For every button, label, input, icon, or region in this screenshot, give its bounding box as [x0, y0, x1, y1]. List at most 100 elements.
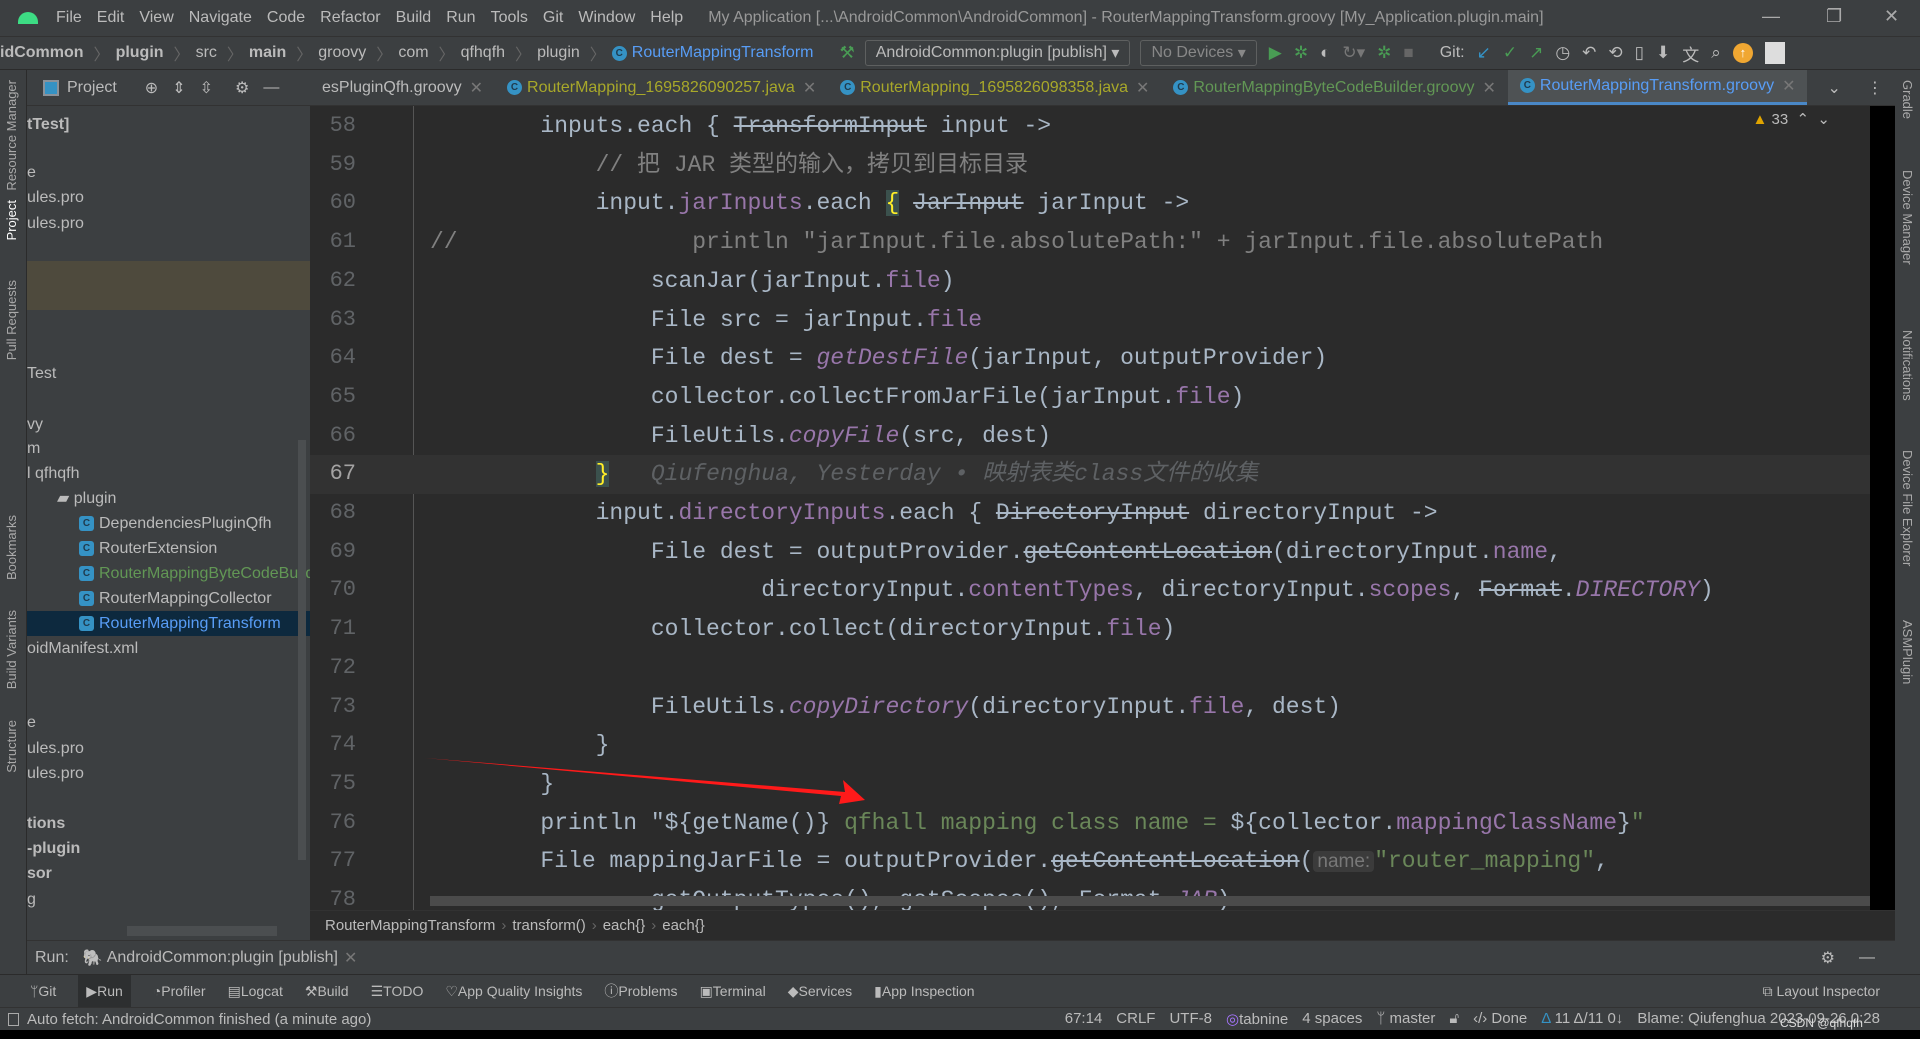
device-select[interactable]: No Devices ▾ [1140, 40, 1257, 66]
tree-item[interactable]: ules.pro [27, 761, 310, 786]
collapse-all-icon[interactable]: ⇳ [200, 78, 213, 98]
stop-icon[interactable]: ■ [1403, 43, 1413, 63]
gear-icon[interactable]: ⚙ [235, 78, 249, 98]
menu-edit[interactable]: Edit [97, 9, 125, 26]
tree-item[interactable]: ules.pro [27, 736, 310, 761]
menu-run[interactable]: Run [446, 9, 475, 26]
lock-icon[interactable]: 🔓︎ [1449, 1010, 1459, 1028]
hammer-icon[interactable]: ⚒ [839, 43, 854, 63]
tool-tab-logcat[interactable]: ▤ Logcat [228, 983, 283, 1000]
tool-tab-app-quality-insights[interactable]: ♡ App Quality Insights [445, 983, 582, 1000]
update-icon[interactable]: ↑ [1732, 43, 1753, 63]
expand-all-icon[interactable]: ⇕ [172, 78, 185, 98]
gradle-sync-icon[interactable]: ⟲ [1608, 43, 1622, 63]
tabnine-widget[interactable]: ◎tabnine [1226, 1010, 1288, 1028]
tree-item[interactable]: tTest] [27, 112, 310, 137]
tree-item[interactable]: C RouterMappingTransform [27, 611, 310, 636]
breadcrumb-item[interactable]: qfhqfh [461, 44, 505, 62]
breadcrumb-item[interactable]: plugin [116, 44, 164, 62]
tool-tab-profiler[interactable]: ◔ Profiler [153, 983, 206, 999]
tab-espluginqfh-groovy[interactable]: esPluginQfh.groovy ✕ [310, 70, 495, 105]
tool-tab-services[interactable]: ◆ Services [788, 983, 852, 1000]
hide-run-icon[interactable]: — [1859, 949, 1875, 967]
close-tab-icon[interactable]: ✕ [1136, 78, 1149, 98]
git-update-icon[interactable]: ↙ [1477, 43, 1491, 63]
tree-item[interactable]: ules.pro [27, 211, 310, 236]
done-widget[interactable]: ‹/› Done [1473, 1010, 1527, 1028]
run-icon[interactable]: ▶ [1269, 43, 1282, 63]
close-tab-icon[interactable]: ✕ [1782, 76, 1795, 96]
layout-inspector-tab[interactable]: ⧉ Layout Inspector [1763, 983, 1880, 1000]
tree-item[interactable]: e [27, 160, 310, 185]
tree-item[interactable]: C RouterMappingByteCodeBuilder [27, 561, 310, 586]
close-icon[interactable]: ✕ [1884, 6, 1899, 27]
menu-view[interactable]: View [139, 9, 173, 26]
tab-routermapping-1695826090257-java[interactable]: C RouterMapping_1695826090257.java ✕ [495, 70, 828, 105]
tree-item[interactable]: l qfhqfh [27, 461, 310, 486]
minimize-icon[interactable]: — [1762, 6, 1780, 27]
menu-code[interactable]: Code [267, 9, 305, 26]
tree-item[interactable]: m [27, 436, 310, 461]
file-encoding[interactable]: UTF-8 [1169, 1010, 1212, 1028]
tab-routermappingtransform-groovy[interactable]: C RouterMappingTransform.groovy ✕ [1507, 70, 1808, 105]
tree-item[interactable]: ules.pro [27, 185, 310, 210]
status-message[interactable]: Auto fetch: AndroidCommon finished (a mi… [27, 1011, 371, 1028]
tool-tab-app-inspection[interactable]: ▮ App Inspection [874, 983, 974, 1000]
tree-item[interactable]: oidManifest.xml [27, 636, 310, 661]
menu-file[interactable]: File [56, 9, 82, 26]
tree-item[interactable]: C DependenciesPluginQfh [27, 511, 310, 536]
inspection-widget[interactable]: ▲ 33 ⌃ ⌄ [1752, 110, 1830, 128]
right-strip-notifications[interactable]: Notifications [1900, 330, 1915, 401]
translate-icon[interactable]: 文 [1682, 41, 1699, 66]
tool-tab-run[interactable]: ▶ Run [78, 974, 131, 1008]
tree-item[interactable]: tions [27, 811, 310, 836]
tab-routermappingbytecodebuilder-groovy[interactable]: C RouterMappingByteCodeBuilder.groovy ✕ [1161, 70, 1507, 105]
panel-toggle-icon[interactable] [8, 1012, 19, 1026]
tab-list-icon[interactable]: ⌄ [1827, 78, 1840, 98]
tree-item[interactable]: ▰ plugin [27, 486, 310, 511]
device-manager-icon[interactable]: ▯ [1635, 43, 1644, 63]
rollback-icon[interactable]: ↶ [1582, 43, 1596, 63]
right-strip-device-file-explorer[interactable]: Device File Explorer [1900, 450, 1915, 566]
menu-help[interactable]: Help [650, 9, 683, 26]
tree-item[interactable]: Test [27, 361, 310, 386]
debug-icon[interactable]: ✲ [1294, 43, 1308, 63]
close-run-tab-icon[interactable]: ✕ [344, 948, 357, 968]
maximize-icon[interactable]: ❐ [1826, 6, 1842, 27]
left-strip-resource-manager[interactable]: Resource Manager [4, 80, 19, 191]
git-commit-icon[interactable]: ✓ [1503, 43, 1517, 63]
menu-tools[interactable]: Tools [491, 9, 528, 26]
tree-item[interactable]: C RouterExtension [27, 536, 310, 561]
editor-breadcrumb-item[interactable]: each{} [603, 917, 646, 934]
tool-tab-todo[interactable]: ☰ TODO [371, 983, 424, 1000]
close-tab-icon[interactable]: ✕ [1482, 78, 1495, 98]
git-changes[interactable]: Δ 11 Δ/11 0↓ [1541, 1010, 1623, 1028]
breadcrumb-item[interactable]: idCommon [0, 44, 84, 62]
tool-tab-git[interactable]: ᛘ Git [30, 983, 56, 999]
project-hscrollbar[interactable] [127, 926, 277, 936]
breadcrumb-item[interactable]: plugin [537, 44, 580, 62]
right-strip-asmplugin[interactable]: ASMPlugin [1900, 620, 1915, 684]
breadcrumb-item[interactable]: main [249, 44, 286, 62]
menu-refactor[interactable]: Refactor [320, 9, 380, 26]
run-config-select[interactable]: AndroidCommon:plugin [publish] ▾ [864, 40, 1131, 66]
project-title[interactable]: Project [67, 79, 117, 97]
left-strip-build-variants[interactable]: Build Variants [4, 610, 19, 689]
code-editor[interactable]: 58 inputs.each { TransformInput input ->… [310, 106, 1870, 910]
menu-window[interactable]: Window [578, 9, 635, 26]
tree-item[interactable]: vy [27, 412, 310, 437]
tool-tab-problems[interactable]: ⓘ Problems [604, 981, 677, 1001]
project-scrollbar[interactable] [298, 440, 306, 860]
tree-item[interactable]: -plugin [27, 836, 310, 861]
tool-tab-terminal[interactable]: ▣ Terminal [700, 983, 766, 1000]
right-strip-device-manager[interactable]: Device Manager [1900, 170, 1915, 265]
line-separator[interactable]: CRLF [1116, 1010, 1155, 1028]
menu-build[interactable]: Build [396, 9, 432, 26]
profile-icon[interactable]: ↻▾ [1342, 43, 1365, 63]
tree-item[interactable]: sor [27, 861, 310, 886]
menu-navigate[interactable]: Navigate [189, 9, 252, 26]
search-icon[interactable]: ⌕ [1711, 43, 1721, 63]
hide-icon[interactable]: — [263, 79, 279, 97]
git-branch[interactable]: ᛘ master [1376, 1010, 1435, 1028]
left-strip-pull-requests[interactable]: Pull Requests [4, 280, 19, 360]
